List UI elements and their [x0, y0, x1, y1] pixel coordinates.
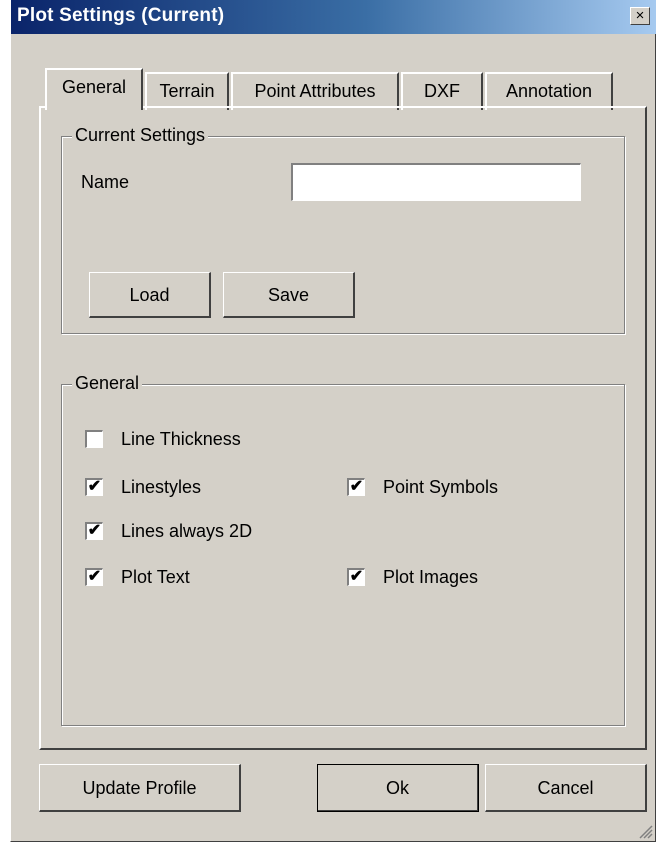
update-profile-button[interactable]: Update Profile	[39, 764, 241, 812]
tab-terrain[interactable]: Terrain	[145, 72, 229, 110]
save-button[interactable]: Save	[223, 272, 355, 318]
plot-images-checkbox[interactable]: ✔	[347, 568, 365, 586]
plot-text-checkbox[interactable]: ✔	[85, 568, 103, 586]
resize-grip-icon[interactable]	[637, 823, 653, 839]
tab-annotation[interactable]: Annotation	[485, 72, 613, 110]
title-bar[interactable]: Plot Settings (Current) ×	[11, 0, 656, 34]
plot-text-label: Plot Text	[121, 567, 190, 587]
linestyles-checkbox[interactable]: ✔	[85, 478, 103, 496]
line-thickness-label: Line Thickness	[121, 429, 241, 449]
close-icon[interactable]: ×	[630, 7, 650, 25]
cancel-button[interactable]: Cancel	[485, 764, 647, 812]
plot-images-label: Plot Images	[383, 567, 479, 587]
point-symbols-checkbox[interactable]: ✔	[347, 478, 365, 496]
name-field[interactable]	[291, 163, 581, 201]
lines-always-2d-checkbox[interactable]: ✔	[85, 522, 103, 540]
tab-point-attributes[interactable]: Point Attributes	[231, 72, 399, 110]
load-button[interactable]: Load	[89, 272, 211, 318]
general-group-label: General	[72, 373, 143, 394]
tab-general[interactable]: General	[45, 68, 143, 110]
current-settings-group-label: Current Settings	[72, 125, 209, 146]
line-thickness-checkbox[interactable]	[85, 430, 103, 448]
window-title: Plot Settings (Current)	[17, 5, 225, 26]
name-label: Name	[81, 172, 130, 192]
point-symbols-label: Point Symbols	[383, 477, 499, 497]
tab-dxf[interactable]: DXF	[401, 72, 483, 110]
lines-always-2d-label: Lines always 2D	[121, 521, 253, 541]
ok-button[interactable]: Ok	[317, 764, 479, 812]
plot-settings-dialog: Plot Settings (Current) × General Terrai…	[10, 0, 656, 842]
linestyles-label: Linestyles	[121, 477, 202, 497]
